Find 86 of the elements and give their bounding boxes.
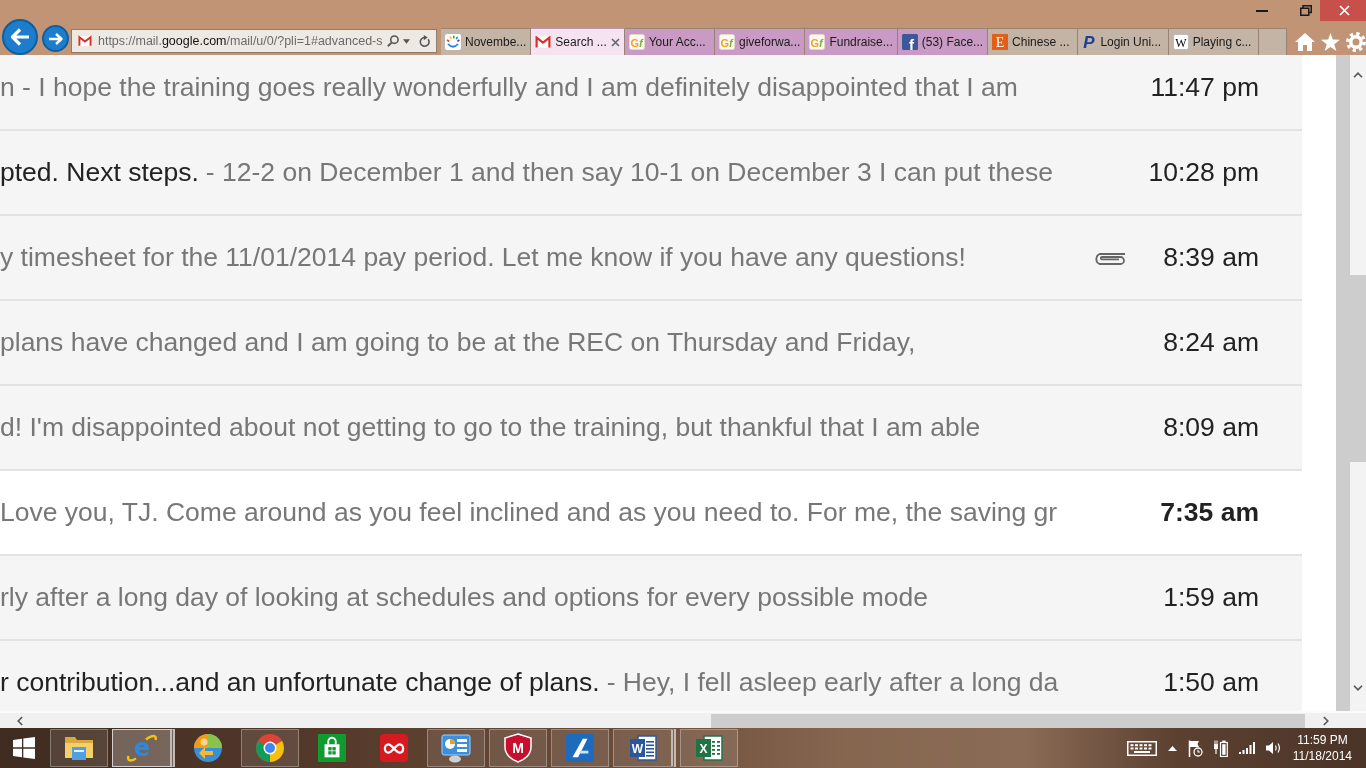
email-time: 10:28 pm [1147,157,1259,188]
spark-icon [445,34,461,50]
caret-down-icon[interactable] [402,38,410,44]
email-snippet: plans have changed and I am going to be at the REC on Thursday and Friday, [0,327,916,358]
round-logo-icon [256,734,284,762]
letter-logo-icon: E [992,34,1009,50]
letter-logo-icon: Gf [628,34,645,50]
flag-clock-icon[interactable] [1187,739,1203,757]
horizontal-scrollbar[interactable] [0,711,1366,728]
email-snippet: y timesheet for the 11/01/2014 pay period. Let me know if you have any questions! [0,242,966,273]
vertical-scrollbar[interactable] [1336,55,1366,711]
email-row[interactable]: Love you, TJ. Come around as you feel inclined and as you need to. For me, the saving gr 7:35 am [0,471,1302,556]
browser-tab[interactable]: P Login Uni... [1078,28,1169,55]
scroll-right-icon[interactable] [1323,715,1329,726]
email-snippet: n - I hope the training goes really wonderfully and I am definitely disappointed that I am [0,72,1018,103]
scroll-down-icon[interactable] [1353,685,1363,691]
search-icon[interactable] [386,34,399,48]
browser-tab[interactable]: E Chinese ... [988,28,1079,55]
clock-time[interactable]: 11:59 PM [1297,732,1348,748]
browser-tab[interactable]: Gf Your Acc... [624,28,715,55]
email-time: 1:50 am [1162,667,1259,698]
arrow-left-icon [10,28,30,46]
browser-tab[interactable]: W Playing c... [1168,28,1259,55]
letter-logo-icon: P [1082,34,1097,50]
email-time: 8:09 am [1162,412,1259,443]
slanted-stripe-icon [566,734,594,762]
email-time: 8:24 am [1162,327,1259,358]
window-panes-icon [13,737,35,759]
minimize-icon [1256,9,1268,12]
taskbar-button[interactable]: W [613,729,676,767]
browser-tab[interactable]: Gf Fundraise... [805,28,898,55]
battery-plug-icon[interactable] [1213,739,1228,757]
browser-tab[interactable]: f (53) Face... [897,28,989,55]
sphere-icon [194,734,222,762]
close-tab-icon[interactable] [610,37,620,47]
email-time: 8:39 am [1162,242,1259,273]
taskbar-button[interactable] [427,729,485,767]
scroll-up-icon[interactable] [1353,72,1363,78]
forward-button[interactable] [42,25,69,52]
settings-icon[interactable] [1346,31,1366,52]
mail-icon [78,35,92,47]
caret-up-icon[interactable] [1167,745,1177,751]
email-snippet: - 12-2 on December 1 and then say 10-1 on December 3 I can put these [205,157,1053,188]
restore-icon [1300,5,1312,16]
scrollbar-thumb[interactable] [711,713,1305,728]
star-icon[interactable] [1321,32,1340,51]
dashboard-icon [441,733,471,763]
browser-tab[interactable]: Novembe... [441,28,532,55]
browser-tab[interactable]: Search ... [531,28,625,55]
clock-date[interactable]: 11/18/2014 [1292,748,1352,764]
email-time: 1:59 am [1162,582,1259,613]
speaker-icon[interactable] [1265,741,1282,755]
home-icon[interactable] [1295,32,1315,51]
email-snippet: rly after a long day of looking at schedules and options for every possible mode [0,582,929,613]
mail-icon [535,36,552,48]
refresh-icon[interactable] [418,34,430,48]
arrow-right-icon [48,32,63,45]
email-snippet: Love you, TJ. Come around as you feel inclined and as you need to. For me, the saving gr [0,497,1058,528]
taskbar-button[interactable] [50,729,108,767]
letter-logo-icon: f [901,34,918,50]
folder-icon [65,736,93,760]
letter-logo-icon: Gf [719,34,735,50]
shopping-bag-icon [318,734,346,762]
taskbar-button[interactable] [551,729,609,767]
taskbar-button[interactable]: M [489,729,547,767]
infinity-icon [380,734,408,762]
email-snippet: d! I'm disappointed about not getting to go to the training, but thankful that I am able [0,412,981,443]
email-subject: r contribution...and an unfortunate change of plans. [0,667,600,698]
close-icon [1338,5,1350,16]
signal-bars-icon[interactable] [1238,742,1255,754]
scroll-left-icon[interactable] [17,715,23,726]
scrollbar-thumb[interactable] [1350,275,1366,462]
close-button[interactable] [1320,0,1366,21]
email-snippet: - Hey, I fell asleep early after a long da [606,667,1059,698]
taskbar-button[interactable] [241,729,299,767]
email-time: 7:35 am [1159,497,1259,528]
email-time: 11:47 pm [1149,72,1259,103]
back-button[interactable] [2,19,38,55]
letter-logo-icon: Gf [809,34,826,50]
email-subject: pted. Next steps. [0,157,199,188]
shield-icon: M [504,733,532,763]
keyboard-icon[interactable] [1126,740,1157,756]
browser-tab[interactable]: Gf giveforwa... [715,28,806,55]
address-field[interactable]: https://mail.google.com/mail/u/0/?pli=1#advanced-s [71,29,437,53]
letter-logo-icon: W [1172,34,1189,50]
taskbar-button[interactable]: X [680,729,738,767]
